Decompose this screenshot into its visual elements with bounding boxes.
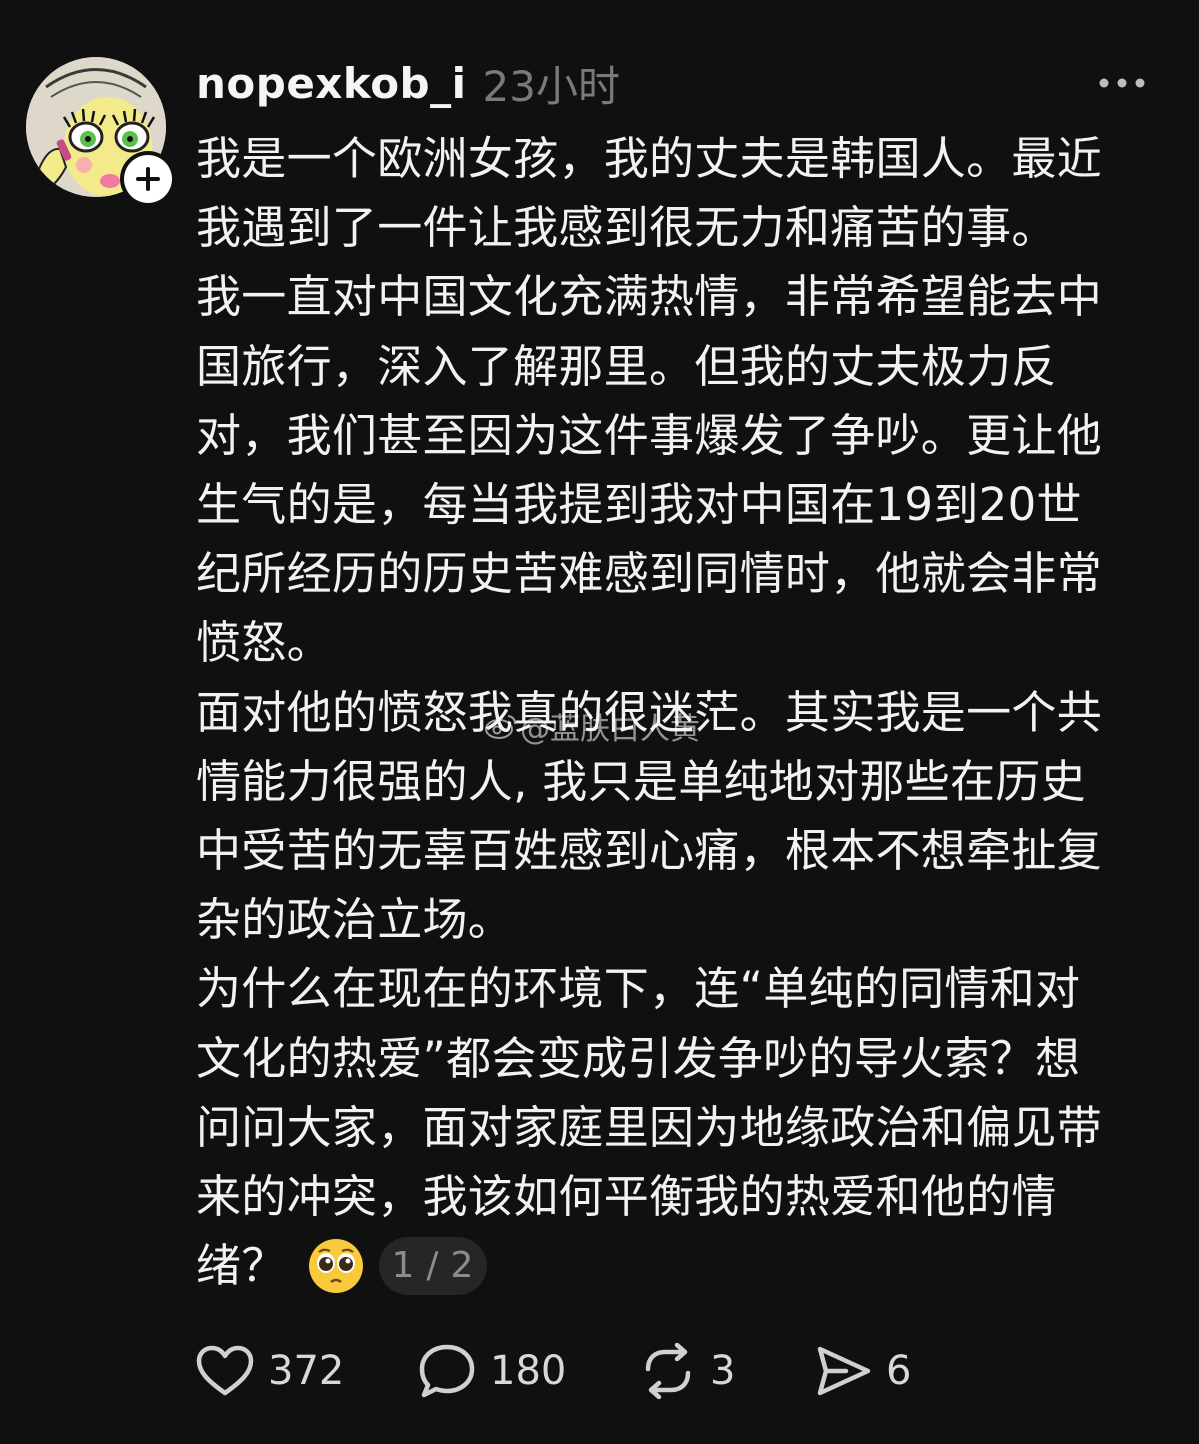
- share-button[interactable]: 6: [816, 1340, 911, 1402]
- comment-count: 180: [490, 1348, 567, 1394]
- send-icon: [817, 1346, 871, 1396]
- avatar-container[interactable]: [26, 57, 176, 207]
- post-time: 23小时: [482, 61, 620, 111]
- comment-icon: [419, 1344, 475, 1398]
- paragraph: 我是一个欧洲女孩，我的丈夫是韩国人。最近 我遇到了一件让我感到很无力和痛苦的事。: [196, 132, 1103, 255]
- like-count: 372: [268, 1348, 345, 1394]
- weibo-icon: [485, 715, 516, 739]
- comment-button[interactable]: 180: [418, 1340, 566, 1402]
- more-icon: [1099, 78, 1145, 88]
- paragraph: 我一直对中国文化充满热情，非常希望能去中 国旅行，深入了解那里。但我的丈夫极力反…: [196, 270, 1103, 670]
- username[interactable]: nopexkob_i: [196, 59, 467, 108]
- repost-icon: [645, 1343, 691, 1399]
- repost-button[interactable]: 3: [640, 1340, 735, 1402]
- thread-post: nopexkob_i 23小时 我是一个欧洲女孩，我的丈夫是韩国人。最近 我遇到…: [0, 0, 1199, 1444]
- watermark: @蓝肤白人黄: [484, 706, 700, 747]
- like-button[interactable]: 372: [196, 1340, 344, 1402]
- share-count: 6: [886, 1348, 912, 1394]
- heart-icon: [196, 1345, 254, 1396]
- repost-count: 3: [710, 1348, 736, 1394]
- page-indicator[interactable]: 1 / 2: [378, 1236, 487, 1295]
- plus-icon: [124, 155, 172, 203]
- follow-button[interactable]: [120, 151, 176, 207]
- last-line: 绪？ 1 / 2: [196, 1231, 1160, 1300]
- watermark-text: @蓝肤白人黄: [520, 712, 700, 747]
- post-header: nopexkob_i 23小时: [196, 55, 620, 111]
- action-bar: 372 180 3 6: [196, 1340, 1096, 1402]
- paragraph: 为什么在现在的环境下，连“单纯的同情和对 文化的热爱”都会变成引发争吵的导火索？…: [196, 962, 1103, 1224]
- pleading-face-icon: [307, 1237, 365, 1295]
- paragraph-end: 绪？: [196, 1239, 287, 1293]
- more-options-button[interactable]: [1094, 66, 1150, 100]
